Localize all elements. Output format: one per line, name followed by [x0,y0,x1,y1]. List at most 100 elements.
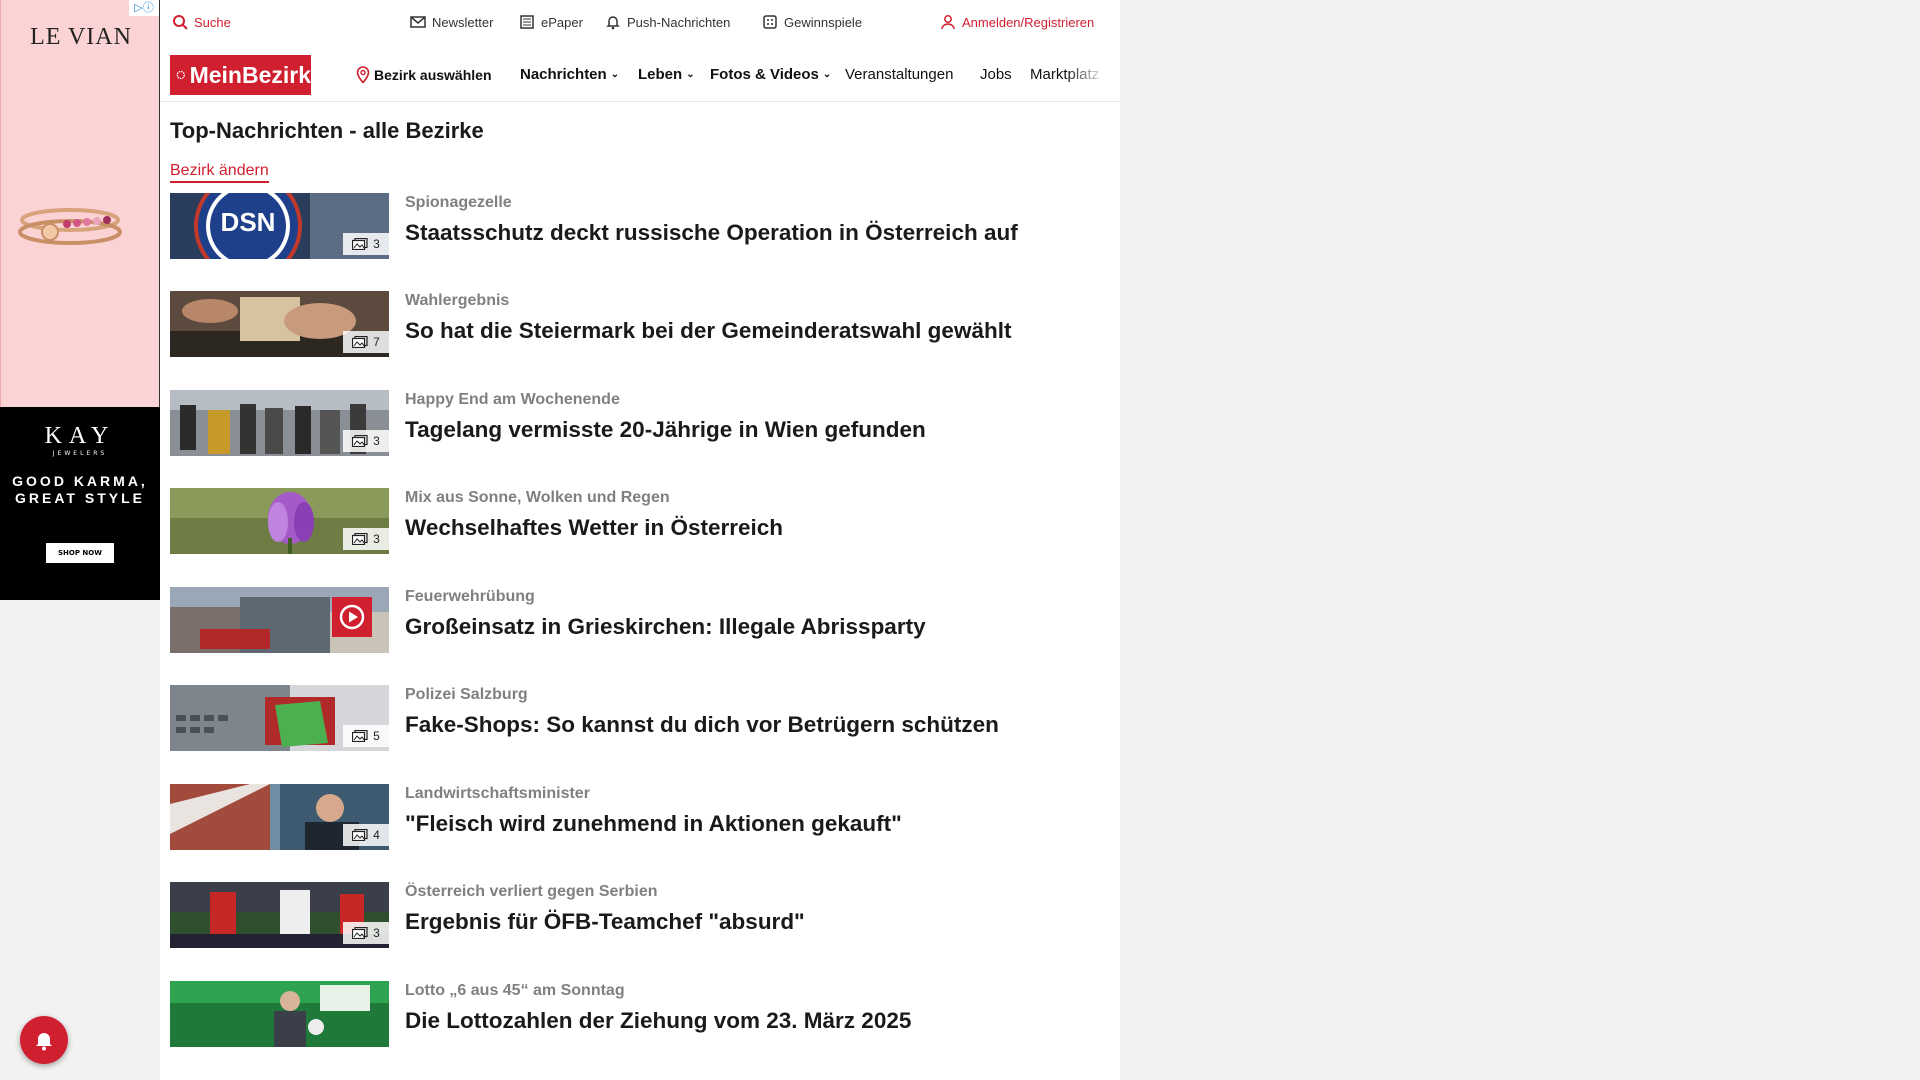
svg-text:DSN: DSN [221,207,276,237]
nav-jobs[interactable]: Jobs [980,66,1012,83]
advertisement-column[interactable]: LE VIAN ▷ⓘ KAY JEWELERS GOOD KARMA, GREA… [0,0,160,600]
article-thumbnail[interactable]: DSN 3 [170,193,389,259]
article-headline[interactable]: Wechselhaftes Wetter in Österreich [405,515,783,541]
login-link[interactable]: Anmelden/Registrieren [940,14,1094,30]
adchoices-icon[interactable]: ▷ⓘ [129,0,159,16]
article-thumbnail[interactable]: 3 [170,882,389,948]
gallery-count-badge: 3 [343,430,389,452]
article-headline[interactable]: Die Lottozahlen der Ziehung vom 23. März… [405,1008,911,1034]
gallery-icon [352,435,368,447]
search-icon [173,15,188,30]
gewinnspiele-link[interactable]: Gewinnspiele [762,14,862,30]
article-kicker: Feuerwehrübung [405,588,535,605]
article-kicker: Happy End am Wochenende [405,391,620,408]
ad-banner-levian[interactable]: LE VIAN ▷ⓘ [0,0,160,407]
logo-mark-icon [176,70,185,80]
push-notifications-link[interactable]: Push-Nachrichten [605,14,730,30]
gallery-icon [352,730,368,742]
article-item[interactable]: 7 Wahlergebnis So hat die Steiermark bei… [170,291,1110,357]
gallery-count: 3 [373,434,380,448]
article-item[interactable]: Feuerwehrübung Großeinsatz in Grieskirch… [170,587,1110,653]
gallery-count-badge: 5 [343,725,389,747]
epaper-link[interactable]: ePaper [519,14,583,30]
bell-icon [36,1033,52,1051]
gallery-icon [352,533,368,545]
article-thumbnail[interactable] [170,587,389,653]
mail-icon [410,16,426,28]
article-kicker: Österreich verliert gegen Serbien [405,883,658,900]
change-district-link[interactable]: Bezirk ändern [170,162,269,183]
nav-leben-label: Leben [638,66,683,83]
gallery-count: 3 [373,926,380,940]
chevron-down-icon: ⌄ [686,69,695,80]
nav-veranstaltungen-label: Veranstaltungen [845,66,954,83]
ad-brand-kay: KAY [44,423,116,449]
gallery-count: 3 [373,237,380,251]
gallery-count-badge: 3 [343,528,389,550]
push-notifications-label: Push-Nachrichten [627,14,731,30]
lotto-studio-image [170,981,389,1047]
gift-icon [763,15,777,29]
nav-scroll-fade [1066,58,1106,92]
gallery-count-badge: 4 [343,824,389,846]
nav-leben[interactable]: Leben ⌄ [638,66,695,83]
gallery-count: 5 [373,729,380,743]
main-content: Suche Newsletter ePaper Push-Nachrichten… [160,0,1120,1080]
meinbezirk-logo[interactable]: MeinBezirk [170,55,311,95]
newsletter-link[interactable]: Newsletter [410,14,493,30]
article-headline[interactable]: Ergebnis für ÖFB-Teamchef "absurd" [405,909,805,935]
epaper-label: ePaper [541,14,583,30]
article-kicker: Polizei Salzburg [405,686,528,703]
select-district-label: Bezirk auswählen [374,67,492,83]
push-notification-bell-button[interactable] [20,1016,68,1064]
gallery-count-badge: 3 [343,922,389,944]
login-label: Anmelden/Registrieren [962,14,1095,30]
ring-image [18,208,122,245]
article-thumbnail[interactable]: 5 [170,685,389,751]
article-item[interactable]: 3 Happy End am Wochenende Tagelang vermi… [170,390,1110,456]
ad-slogan-line2: GREAT STYLE [15,490,145,506]
gallery-icon [352,927,368,939]
gewinnspiele-label: Gewinnspiele [784,14,863,30]
video-play-badge[interactable] [332,597,372,637]
select-district-button[interactable]: Bezirk auswählen [356,66,492,84]
article-headline[interactable]: So hat die Steiermark bei der Gemeindera… [405,318,1011,344]
article-thumbnail[interactable]: 3 [170,390,389,456]
article-item[interactable]: Lotto „6 aus 45“ am Sonntag Die Lottozah… [170,981,1110,1047]
article-thumbnail[interactable] [170,981,389,1047]
article-headline[interactable]: "Fleisch wird zunehmend in Aktionen geka… [405,811,902,837]
article-thumbnail[interactable]: 3 [170,488,389,554]
article-headline[interactable]: Staatsschutz deckt russische Operation i… [405,220,1018,246]
gallery-icon [352,829,368,841]
article-kicker: Lotto „6 aus 45“ am Sonntag [405,982,625,999]
newspaper-icon [520,15,534,29]
page-title: Top-Nachrichten - alle Bezirke [170,118,484,143]
ad-shop-now-button[interactable]: SHOP NOW [46,543,114,563]
article-item[interactable]: DSN 3 Spionagezelle Staatsschutz deckt r… [170,193,1110,259]
article-item[interactable]: 5 Polizei Salzburg Fake-Shops: So kannst… [170,685,1110,751]
nav-nachrichten[interactable]: Nachrichten ⌄ [520,66,619,83]
main-navigation: MeinBezirk Bezirk auswählen Nachrichten … [160,46,1120,102]
article-item[interactable]: 3 Mix aus Sonne, Wolken und Regen Wechse… [170,488,1110,554]
article-kicker: Wahlergebnis [405,292,510,309]
logo-text: MeinBezirk [189,61,311,88]
gallery-count: 4 [373,828,380,842]
top-utility-bar: Suche Newsletter ePaper Push-Nachrichten… [160,0,1120,46]
article-item[interactable]: 3 Österreich verliert gegen Serbien Erge… [170,882,1110,948]
article-thumbnail[interactable]: 4 [170,784,389,850]
gallery-count: 7 [373,335,380,349]
article-kicker: Landwirtschaftsminister [405,785,590,802]
gallery-count-badge: 7 [343,331,389,353]
article-item[interactable]: 4 Landwirtschaftsminister "Fleisch wird … [170,784,1110,850]
play-icon [339,604,365,630]
search-link[interactable]: Suche [172,14,231,30]
article-headline[interactable]: Großeinsatz in Grieskirchen: Illegale Ab… [405,614,926,640]
nav-fotos-videos[interactable]: Fotos & Videos ⌄ [710,66,831,83]
article-headline[interactable]: Tagelang vermisste 20-Jährige in Wien ge… [405,417,926,443]
ad-banner-kay[interactable]: KAY JEWELERS GOOD KARMA, GREAT STYLE SHO… [0,407,160,600]
article-headline[interactable]: Fake-Shops: So kannst du dich vor Betrüg… [405,712,999,738]
location-pin-icon [356,66,370,84]
nav-veranstaltungen[interactable]: Veranstaltungen [845,66,953,83]
newsletter-label: Newsletter [432,14,494,30]
article-thumbnail[interactable]: 7 [170,291,389,357]
